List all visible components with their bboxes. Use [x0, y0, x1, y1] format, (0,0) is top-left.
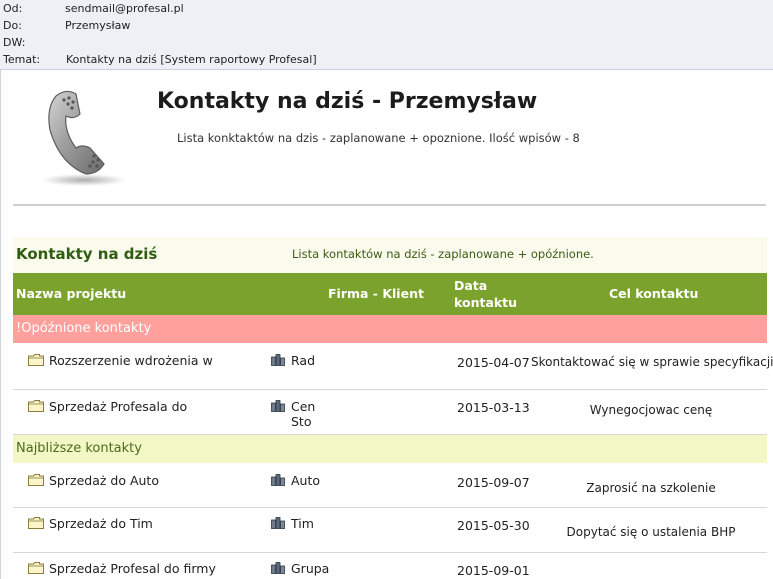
column-header-project: Nazwa projektu: [16, 286, 127, 301]
mail-from-label: Od:: [3, 2, 23, 15]
table-header: Nazwa projektu Firma - Klient Data konta…: [13, 273, 767, 315]
project-link[interactable]: Sprzedaż Profesal do firmy: [49, 561, 216, 576]
mail-cc-label: DW:: [3, 36, 26, 49]
contact-goal: Skontaktować się w sprawie specyfikacji: [531, 355, 773, 369]
page-title: Kontakty na dziś - Przemysław: [157, 89, 538, 114]
table-row: Sprzedaż do Tim Tim 2015-05-30 Dopytać s…: [13, 508, 767, 553]
mail-subject-value: Kontakty na dziś [System raportowy Profe…: [66, 53, 317, 66]
folder-icon: [28, 474, 44, 486]
company-link[interactable]: Rad: [291, 353, 315, 368]
folder-icon: [28, 517, 44, 529]
mail-to-label: Do:: [3, 19, 22, 32]
company-link[interactable]: Cen Sto: [291, 399, 315, 429]
company-icon: [271, 517, 285, 529]
mail-from-row: Od: sendmail@profesal.pl: [0, 1, 773, 17]
contact-goal: Zaprosić na szkolenie: [586, 481, 716, 495]
contact-date: 2015-09-01: [457, 563, 530, 578]
contact-date: 2015-03-13: [457, 400, 530, 415]
project-link[interactable]: Rozszerzenie wdrożenia w: [49, 353, 213, 368]
project-link[interactable]: Sprzedaż do Auto: [49, 473, 159, 488]
folder-icon: [28, 354, 44, 366]
mail-subject-row: Temat: Kontakty na dziś [System raportow…: [0, 52, 773, 68]
group-row-late: !Opóźnione kontakty: [13, 315, 767, 343]
project-link[interactable]: Sprzedaż Profesala do: [49, 399, 187, 414]
mail-cc-row: DW:: [0, 35, 773, 51]
mail-from-value[interactable]: sendmail@profesal.pl: [65, 1, 184, 17]
section-description: Lista kontaktów na dziś - zaplanowane + …: [292, 247, 594, 261]
section-title: Kontakty na dziś: [16, 245, 158, 263]
contact-goal: Dopytać się o ustalenia BHP: [566, 525, 736, 539]
page-subtitle: Lista konktaktów na dzis - zaplanowane +…: [177, 131, 580, 145]
mail-to-row: Do: Przemysław: [0, 18, 773, 34]
company-icon: [271, 400, 285, 412]
table-row: Sprzedaż do Auto Auto 2015-09-07 Zaprosi…: [13, 463, 767, 508]
group-row-upcoming: Najbliższe kontakty: [13, 435, 767, 463]
company-icon: [271, 474, 285, 486]
company-link[interactable]: Grupa: [291, 561, 329, 576]
telephone-handset-icon: [38, 86, 130, 188]
header-divider: [13, 204, 766, 206]
contact-date: 2015-09-07: [457, 475, 530, 490]
column-header-company: Firma - Klient: [328, 286, 424, 301]
company-icon: [271, 562, 285, 574]
mail-subject-label: Temat:: [3, 53, 41, 66]
column-header-date: Data kontaktu: [454, 278, 518, 310]
project-link[interactable]: Sprzedaż do Tim: [49, 516, 153, 531]
folder-icon: [28, 562, 44, 574]
mail-header: Od: sendmail@profesal.pl Do: Przemysław …: [0, 0, 773, 70]
column-header-goal: Cel kontaktu: [609, 286, 699, 301]
table-row: Sprzedaż Profesal do firmy Grupa 2015-09…: [13, 553, 767, 579]
mail-to-value[interactable]: Przemysław: [65, 18, 130, 34]
table-row: Sprzedaż Profesala do Cen Sto 2015-03-13…: [13, 390, 767, 435]
company-icon: [271, 354, 285, 366]
table-row: Rozszerzenie wdrożenia w Rad 2015-04-07 …: [13, 343, 773, 390]
contact-goal: Wynegocjowac cenę: [589, 403, 713, 417]
contact-date: 2015-04-07: [457, 355, 530, 370]
company-link[interactable]: Tim: [291, 516, 314, 531]
folder-icon: [28, 400, 44, 412]
contact-date: 2015-05-30: [457, 518, 530, 533]
company-link[interactable]: Auto: [291, 473, 320, 488]
